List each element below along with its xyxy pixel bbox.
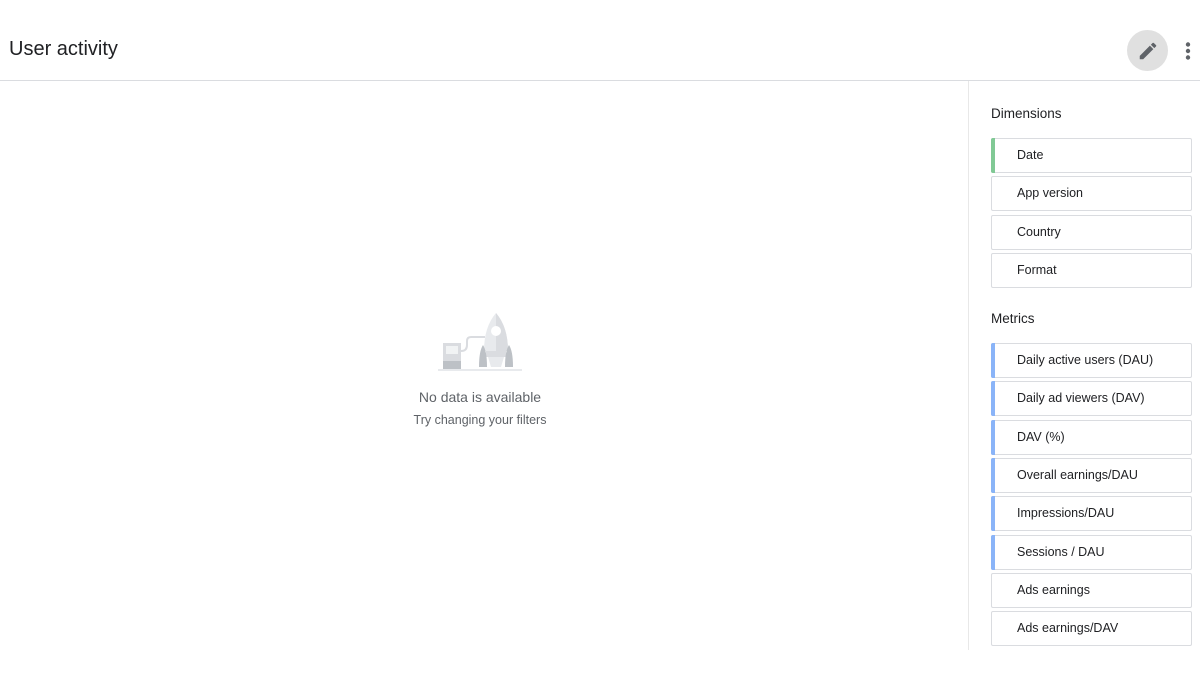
more-options-button[interactable] bbox=[1180, 38, 1196, 64]
more-vert-icon bbox=[1185, 42, 1191, 60]
chip-label: Ads earnings bbox=[1017, 582, 1090, 597]
rocket-fuel-pump-illustration bbox=[438, 313, 522, 371]
fields-panel: Dimensions Date App version Country Format … bbox=[968, 81, 1200, 650]
chip-label: Date bbox=[1017, 148, 1044, 162]
selected-indicator bbox=[991, 534, 995, 570]
dimension-chip[interactable]: Country bbox=[991, 214, 1192, 250]
chip-label: Sessions / DAU bbox=[1017, 544, 1105, 559]
dimensions-heading: Dimensions bbox=[991, 106, 1062, 121]
selected-indicator bbox=[991, 419, 995, 455]
chart-area: No data is available Try changing your f… bbox=[0, 81, 968, 675]
metric-chip[interactable]: Daily ad viewers (DAV) bbox=[991, 381, 1192, 417]
chip-label: Format bbox=[1017, 262, 1057, 277]
empty-state-title: No data is available bbox=[418, 389, 542, 405]
page-header: User activity bbox=[0, 0, 1200, 81]
chip-label: Impressions/DAU bbox=[1017, 506, 1115, 521]
chip-label: Daily active users (DAU) bbox=[1017, 353, 1154, 367]
selected-indicator bbox=[991, 381, 995, 417]
metric-chip[interactable]: Ads earnings/DAV bbox=[991, 611, 1192, 647]
edit-button[interactable] bbox=[1127, 30, 1168, 71]
dimension-chip[interactable]: Format bbox=[991, 252, 1192, 288]
chip-label: Country bbox=[1017, 224, 1061, 239]
empty-state-subtitle: Try changing your filters bbox=[413, 413, 547, 427]
dimension-chip[interactable]: Date bbox=[991, 138, 1192, 173]
dimension-chip[interactable]: App version bbox=[991, 176, 1192, 212]
selected-indicator bbox=[991, 496, 995, 532]
chip-label: Ads earnings/DAV bbox=[1017, 621, 1119, 636]
pencil-icon bbox=[1139, 42, 1156, 59]
metric-chip[interactable]: Impressions/DAU bbox=[991, 496, 1192, 532]
chip-label: DAV (%) bbox=[1017, 429, 1065, 444]
metric-chip[interactable]: Ads earnings bbox=[991, 572, 1192, 608]
metric-chip[interactable]: Sessions / DAU bbox=[991, 534, 1192, 570]
metric-chip[interactable]: Overall earnings/DAU bbox=[991, 457, 1192, 493]
page-title: User activity bbox=[9, 38, 118, 60]
chip-label: Daily ad viewers (DAV) bbox=[1017, 391, 1145, 406]
metric-chip[interactable]: DAV (%) bbox=[991, 419, 1192, 455]
selected-indicator bbox=[991, 138, 995, 173]
selected-indicator bbox=[991, 457, 995, 493]
chip-label: Overall earnings/DAU bbox=[1017, 467, 1138, 482]
selected-indicator bbox=[991, 343, 995, 378]
metrics-heading: Metrics bbox=[991, 311, 1035, 326]
chip-label: App version bbox=[1017, 186, 1084, 201]
empty-state: No data is available Try changing your f… bbox=[380, 311, 580, 427]
metric-chip[interactable]: Daily active users (DAU) bbox=[991, 343, 1192, 378]
